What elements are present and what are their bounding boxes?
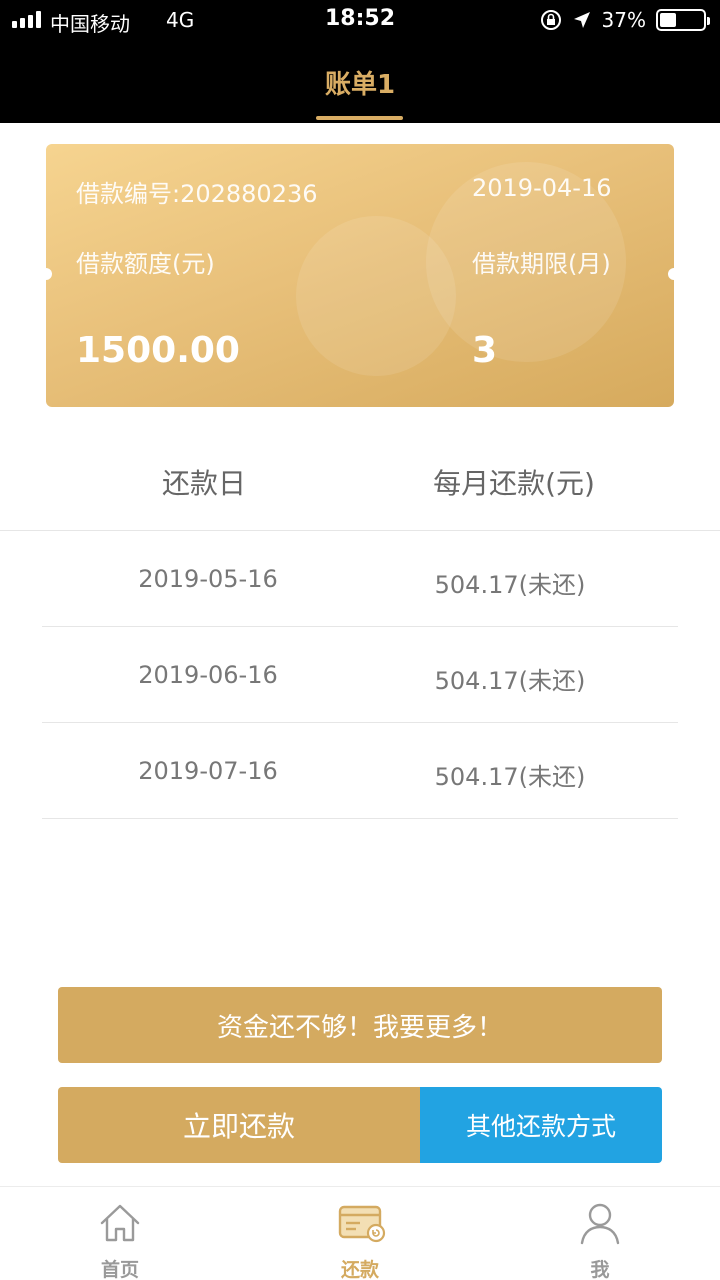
term-label: 借款期限(月) [472,250,611,278]
loan-date: 2019-04-16 [472,174,612,202]
column-header-amount: 每月还款(元) [433,467,595,500]
rotation-lock-icon [540,10,561,30]
other-repay-methods-button[interactable]: 其他还款方式 [420,1087,662,1163]
card-notch-left [40,268,52,280]
battery-icon [656,9,710,31]
row-amount: 504.17(未还) [434,571,586,599]
table-row: 2019-06-16 504.17(未还) [0,627,720,723]
table-row: 2019-05-16 504.17(未还) [0,531,720,627]
status-bar: 中国移动 4G 18:52 37% [0,0,720,40]
divider [42,818,678,819]
user-icon [580,1203,620,1245]
table-row: 2019-07-16 504.17(未还) [0,723,720,819]
loan-card: 借款编号:202880236 2019-04-16 借款额度(元) 借款期限(月… [46,144,674,407]
schedule-header: 还款日 每月还款(元) [0,440,720,530]
repay-card-icon [338,1205,386,1243]
column-header-date: 还款日 [161,467,246,500]
term-value: 3 [472,330,498,371]
row-amount: 504.17(未还) [434,667,586,695]
tab-repay-label: 还款 [340,1259,379,1280]
card-notch-right [668,268,680,280]
tab-repay[interactable]: 还款 [280,1187,440,1280]
tab-home-label: 首页 [100,1259,139,1280]
tab-me[interactable]: 我 [520,1187,680,1280]
page-title[interactable]: 账单1 [0,64,720,101]
repay-button-group: 立即还款 其他还款方式 [58,1087,662,1163]
active-tab-indicator [316,116,403,120]
row-amount: 504.17(未还) [434,763,586,791]
more-funds-button[interactable]: 资金还不够！我要更多！ [58,987,662,1063]
status-right-group: 37% [540,8,710,32]
amount-label: 借款额度(元) [76,250,215,278]
battery-percent: 37% [601,8,646,32]
home-icon [100,1204,140,1242]
top-bar: 中国移动 4G 18:52 37% 账单1 [0,0,720,123]
tab-home[interactable]: 首页 [40,1187,200,1280]
bottom-tab-bar: 首页 还款 我 [0,1186,720,1280]
loan-number: 借款编号:202880236 [76,180,318,208]
location-arrow-icon [573,12,590,28]
amount-value: 1500.00 [76,330,240,371]
tab-me-label: 我 [590,1259,610,1280]
pay-now-button[interactable]: 立即还款 [58,1087,420,1163]
